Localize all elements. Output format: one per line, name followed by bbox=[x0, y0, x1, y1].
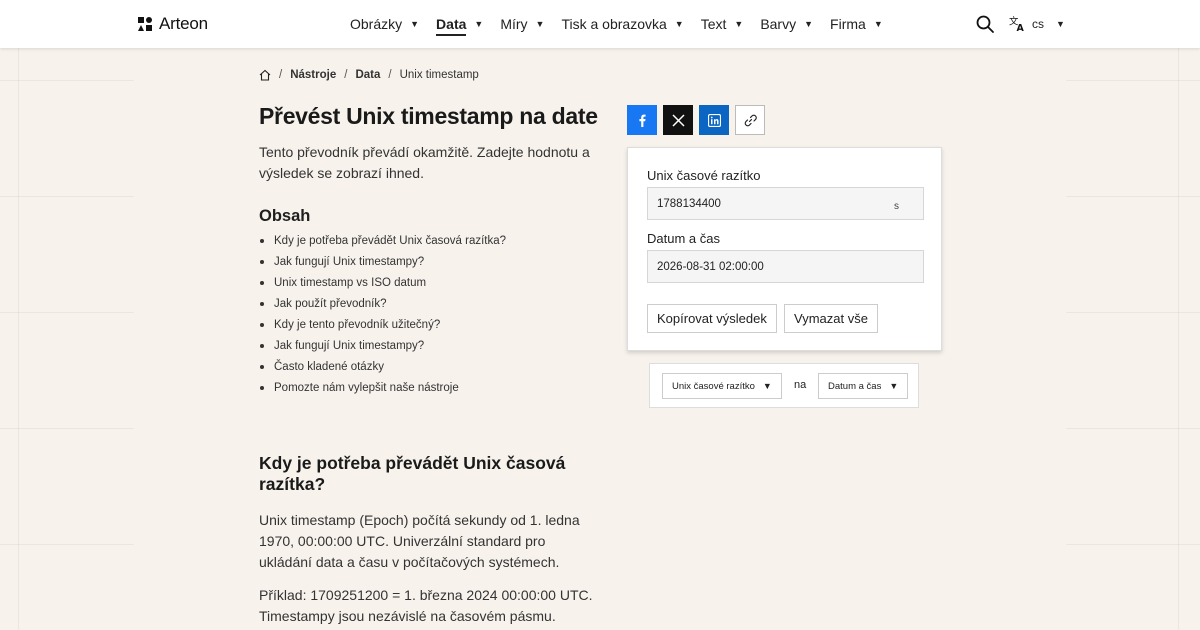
from-unit-value: Unix časové razítko bbox=[672, 380, 755, 392]
share-facebook-button[interactable] bbox=[627, 105, 657, 135]
nav-item-barvy[interactable]: Barvy ▼ bbox=[760, 0, 813, 48]
page-title: Převést Unix timestamp na date bbox=[259, 103, 598, 129]
nav-label: Tisk a obrazovka bbox=[561, 16, 667, 32]
to-unit-value: Datum a čas bbox=[828, 380, 882, 392]
logo-text: Arteon bbox=[159, 14, 208, 33]
section-paragraph: Unix timestamp (Epoch) počítá sekundy od… bbox=[259, 512, 580, 570]
caret-down-icon: ▼ bbox=[674, 19, 684, 29]
nav-label: Firma bbox=[830, 16, 866, 32]
logo[interactable]: Arteon bbox=[137, 14, 208, 34]
clear-all-button[interactable]: Vymazat vše bbox=[784, 304, 878, 333]
nav-label: Data bbox=[436, 16, 467, 36]
home-icon[interactable] bbox=[259, 69, 271, 81]
language-selector[interactable]: 文 A cs ▼ bbox=[1009, 15, 1065, 32]
nav-item-obrazky[interactable]: Obrázky ▼ bbox=[350, 0, 419, 48]
nav-item-firma[interactable]: Firma ▼ bbox=[830, 0, 883, 48]
section-title: Kdy je potřeba převádět Unix časová razí… bbox=[259, 453, 566, 494]
toc-title: Obsah bbox=[259, 207, 311, 225]
copy-result-button[interactable]: Kopírovat výsledek bbox=[647, 304, 777, 333]
toc-item[interactable]: Jak fungují Unix timestampy? bbox=[259, 253, 506, 274]
share-linkedin-button[interactable] bbox=[699, 105, 729, 135]
logo-icon bbox=[138, 17, 152, 31]
nav-label: Text bbox=[700, 16, 727, 32]
toc-item[interactable]: Kdy je tento převodník užitečný? bbox=[259, 316, 506, 337]
nav-item-miry[interactable]: Míry ▼ bbox=[500, 0, 544, 48]
nav-item-data[interactable]: Data ▼ bbox=[436, 0, 483, 48]
toc-item[interactable]: Jak fungují Unix timestampy? bbox=[259, 337, 506, 358]
table-of-contents: Kdy je potřeba převádět Unix časová razí… bbox=[259, 232, 506, 400]
caret-down-icon: ▼ bbox=[535, 19, 545, 29]
nav-item-tisk-a-obrazovka[interactable]: Tisk a obrazovka ▼ bbox=[561, 0, 683, 48]
breadcrumb: / Nástroje / Data / Unix timestamp bbox=[259, 69, 479, 81]
top-navigation-bar: Arteon Obrázky ▼ Data ▼ Míry ▼ Tisk a ob… bbox=[0, 0, 1200, 48]
timestamp-unit: s bbox=[894, 201, 899, 212]
toc-item[interactable]: Pomozte nám vylepšit naše nástroje bbox=[259, 379, 506, 400]
svg-text:A: A bbox=[1017, 23, 1025, 32]
caret-down-icon: ▼ bbox=[474, 19, 484, 29]
facebook-icon bbox=[638, 114, 646, 127]
unit-selector: Unix časové razítko ▼ na Datum a čas ▼ bbox=[649, 363, 919, 408]
toc-item[interactable]: Kdy je potřeba převádět Unix časová razí… bbox=[259, 232, 506, 253]
section-paragraph: Příklad: 1709251200 = 1. března 2024 00:… bbox=[259, 587, 593, 624]
copy-link-button[interactable] bbox=[735, 105, 765, 135]
breadcrumb-separator: / bbox=[344, 69, 348, 81]
toc-item[interactable]: Často kladené otázky bbox=[259, 358, 506, 379]
main-nav: Obrázky ▼ Data ▼ Míry ▼ Tisk a obrazovka… bbox=[350, 0, 900, 48]
timestamp-label: Unix časové razítko bbox=[647, 168, 761, 183]
breadcrumb-current: Unix timestamp bbox=[399, 69, 479, 81]
nav-label: Míry bbox=[500, 16, 528, 32]
toc-item[interactable]: Jak použít převodník? bbox=[259, 295, 506, 316]
converter-card: Unix časové razítko s Datum a čas Kopíro… bbox=[627, 147, 942, 351]
search-icon[interactable] bbox=[975, 14, 995, 34]
caret-down-icon: ▼ bbox=[873, 19, 883, 29]
language-code: cs bbox=[1032, 16, 1044, 31]
breadcrumb-separator: / bbox=[388, 69, 392, 81]
datetime-input[interactable] bbox=[647, 250, 924, 283]
link-icon bbox=[744, 114, 757, 126]
caret-down-icon: ▼ bbox=[804, 19, 814, 29]
caret-down-icon: ▼ bbox=[762, 381, 772, 391]
breadcrumb-nastroje[interactable]: Nástroje bbox=[290, 69, 336, 81]
share-x-button[interactable] bbox=[663, 105, 693, 135]
nav-label: Barvy bbox=[760, 16, 797, 32]
to-unit-select[interactable]: Datum a čas ▼ bbox=[818, 373, 909, 399]
nav-label: Obrázky bbox=[350, 16, 403, 32]
translate-icon: 文 A bbox=[1009, 15, 1025, 32]
from-unit-select[interactable]: Unix časové razítko ▼ bbox=[662, 373, 782, 399]
linkedin-icon bbox=[707, 113, 721, 127]
breadcrumb-separator: / bbox=[279, 69, 283, 81]
toc-item[interactable]: Unix timestamp vs ISO datum bbox=[259, 274, 506, 295]
caret-down-icon: ▼ bbox=[410, 19, 420, 29]
section-body: Unix timestamp (Epoch) počítá sekundy od… bbox=[259, 510, 599, 630]
unit-connector: na bbox=[794, 379, 807, 391]
caret-down-icon: ▼ bbox=[1056, 18, 1065, 29]
page-intro: Tento převodník převádí okamžitě. Zadejt… bbox=[259, 144, 590, 181]
caret-down-icon: ▼ bbox=[889, 381, 899, 391]
timestamp-input[interactable] bbox=[647, 187, 924, 220]
caret-down-icon: ▼ bbox=[734, 19, 744, 29]
nav-item-text[interactable]: Text ▼ bbox=[701, 0, 744, 48]
share-buttons bbox=[627, 105, 765, 135]
breadcrumb-data[interactable]: Data bbox=[355, 69, 380, 81]
x-icon bbox=[671, 113, 685, 127]
datetime-label: Datum a čas bbox=[647, 231, 720, 246]
